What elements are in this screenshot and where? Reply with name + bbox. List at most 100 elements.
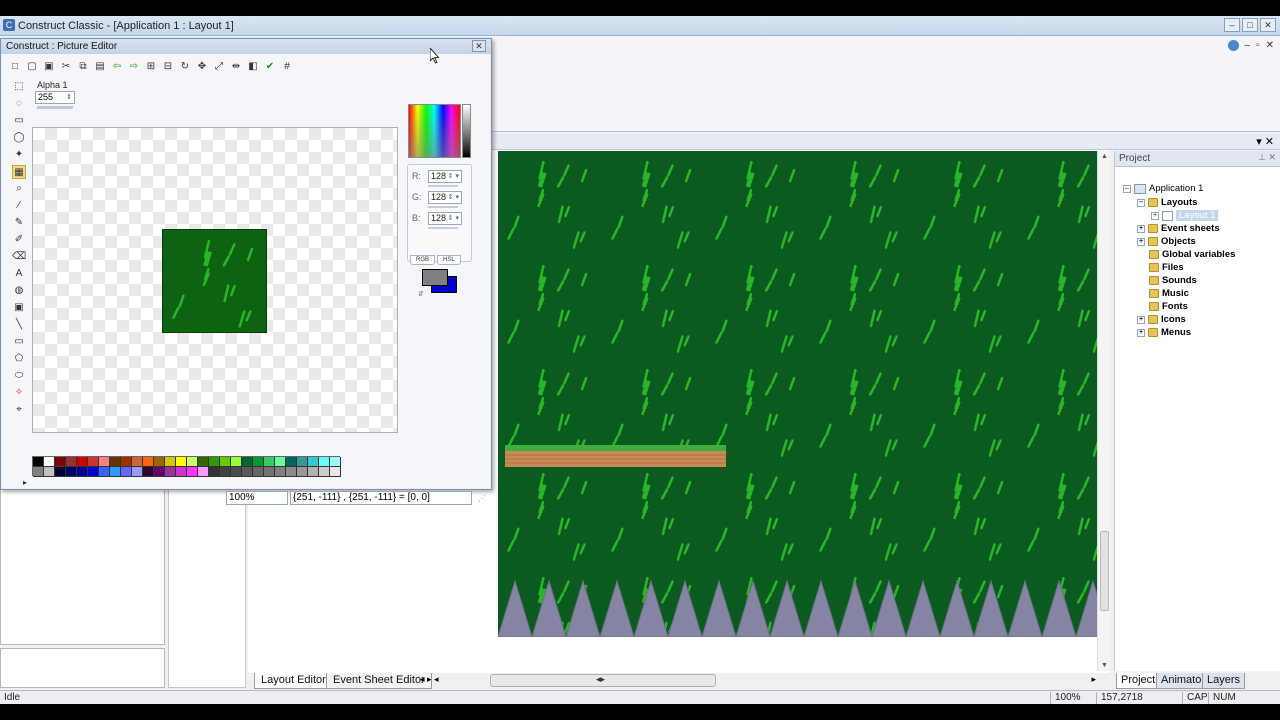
palette-swatch[interactable]: [264, 457, 275, 467]
red-slider[interactable]: [428, 185, 458, 187]
tab-scroll-arrows[interactable]: ◂ ▸ ◂: [420, 674, 439, 685]
palette-swatch[interactable]: [132, 457, 143, 467]
tree-item-music[interactable]: Music: [1149, 288, 1189, 299]
palette-arrow-icon[interactable]: ▸: [23, 478, 27, 487]
expand-icon[interactable]: +: [1137, 224, 1145, 233]
picture-editor-titlebar[interactable]: Construct : Picture Editor ✕: [1, 39, 491, 54]
layout-canvas[interactable]: [498, 151, 1097, 637]
palette-swatch[interactable]: [209, 457, 220, 467]
move-tool-icon[interactable]: ▦: [12, 165, 26, 179]
palette-swatch[interactable]: [88, 467, 99, 477]
palette-swatch[interactable]: [55, 457, 66, 467]
tab-event-sheet-editor[interactable]: Event Sheet Editor: [326, 673, 432, 689]
open-icon[interactable]: ▢: [25, 60, 39, 74]
magic-wand-icon[interactable]: ✦: [12, 148, 26, 162]
palette-swatch[interactable]: [297, 457, 308, 467]
palette-swatch[interactable]: [33, 467, 44, 477]
rectangle-icon[interactable]: ▭: [12, 335, 26, 349]
tree-item-files[interactable]: Files: [1149, 262, 1184, 273]
palette-swatch[interactable]: [198, 457, 209, 467]
collapse-icon[interactable]: –: [1123, 184, 1131, 193]
color-palette[interactable]: [32, 456, 341, 477]
hotspot-icon[interactable]: ✧: [12, 386, 26, 400]
palette-swatch[interactable]: [143, 457, 154, 467]
blue-input[interactable]: 128 ⇕ ▾: [428, 212, 462, 225]
alpha-input[interactable]: 255 ⇕: [35, 91, 75, 104]
palette-swatch[interactable]: [220, 467, 231, 477]
palette-swatch[interactable]: [187, 457, 198, 467]
ribbon-restore-icon[interactable]: ▫: [1256, 40, 1260, 51]
tree-item-objects[interactable]: + Objects: [1137, 236, 1196, 247]
save-icon[interactable]: ▣: [42, 60, 56, 74]
palette-swatch[interactable]: [231, 457, 242, 467]
spinner-icon[interactable]: ⇕: [66, 92, 72, 103]
vertical-scroll-thumb[interactable]: [1100, 531, 1109, 611]
palette-swatch[interactable]: [209, 467, 220, 477]
palette-swatch[interactable]: [308, 457, 319, 467]
crop-icon[interactable]: ⊞: [144, 60, 158, 74]
grass-tile-image[interactable]: [162, 229, 267, 333]
green-input[interactable]: 128 ⇕ ▾: [428, 191, 462, 204]
palette-swatch[interactable]: [165, 467, 176, 477]
resize-icon[interactable]: ⤢: [212, 60, 226, 74]
palette-swatch[interactable]: [286, 457, 297, 467]
spinner-icon[interactable]: ⇕ ▾: [448, 192, 459, 203]
swap-colors-icon[interactable]: ⇵: [418, 290, 424, 298]
pencil-icon[interactable]: ✎: [12, 216, 26, 230]
palette-swatch[interactable]: [264, 467, 275, 477]
tree-item-fonts[interactable]: Fonts: [1149, 301, 1188, 312]
help-icon[interactable]: [1227, 40, 1239, 51]
tab-project[interactable]: Project: [1116, 673, 1161, 689]
brush-icon[interactable]: ✐: [12, 233, 26, 247]
palette-swatch[interactable]: [319, 457, 330, 467]
apply-icon[interactable]: ✔: [263, 60, 277, 74]
grid-icon[interactable]: #: [280, 60, 294, 74]
tree-item-global-variables[interactable]: Global variables: [1149, 249, 1235, 260]
scroll-down-arrow[interactable]: ▼: [1101, 662, 1108, 669]
stamp-icon[interactable]: ▣: [12, 301, 26, 315]
horizontal-scrollbar[interactable]: ◂▸: [490, 674, 716, 687]
palette-swatch[interactable]: [143, 467, 154, 477]
tab-layers[interactable]: Layers: [1202, 673, 1246, 689]
ellipse-select-icon[interactable]: ◯: [12, 131, 26, 145]
ribbon-close-icon[interactable]: ✕: [1266, 40, 1274, 51]
collapse-icon[interactable]: –: [1137, 198, 1145, 207]
expand-icon[interactable]: +: [1137, 328, 1145, 337]
vertical-scrollbar[interactable]: ▲ ▼: [1097, 151, 1110, 671]
palette-swatch[interactable]: [242, 467, 253, 477]
palette-swatch[interactable]: [154, 457, 165, 467]
tab-layout-editor[interactable]: Layout Editor: [254, 673, 333, 689]
palette-swatch[interactable]: [176, 457, 187, 467]
palette-swatch[interactable]: [77, 457, 88, 467]
palette-swatch[interactable]: [44, 457, 55, 467]
blue-slider[interactable]: [428, 227, 458, 229]
palette-swatch[interactable]: [33, 457, 44, 467]
ellipse-icon[interactable]: ⬭: [12, 369, 26, 383]
resize-canvas-icon[interactable]: ⊟: [161, 60, 175, 74]
palette-swatch[interactable]: [154, 467, 165, 477]
luminance-slider[interactable]: [462, 104, 471, 158]
layers-icon[interactable]: ◧: [246, 60, 260, 74]
palette-swatch[interactable]: [253, 467, 264, 477]
palette-swatch[interactable]: [110, 467, 121, 477]
palette-swatch[interactable]: [121, 457, 132, 467]
close-button[interactable]: ✕: [1260, 18, 1276, 32]
expand-icon[interactable]: +: [1137, 315, 1145, 324]
expand-icon[interactable]: +: [1151, 211, 1159, 220]
copy-icon[interactable]: ⧉: [76, 60, 90, 74]
palette-swatch[interactable]: [308, 467, 319, 477]
tree-item-event-sheets[interactable]: + Event sheets: [1137, 223, 1220, 234]
maximize-button[interactable]: □: [1242, 18, 1258, 32]
palette-swatch[interactable]: [121, 467, 132, 477]
palette-swatch[interactable]: [66, 467, 77, 477]
spinner-icon[interactable]: ⇕ ▾: [448, 171, 459, 182]
tree-item-layout-1[interactable]: + Layout 1: [1151, 210, 1219, 221]
fill-icon[interactable]: ◍: [12, 284, 26, 298]
resize-grip-icon[interactable]: ⋰: [478, 494, 486, 503]
palette-swatch[interactable]: [55, 467, 66, 477]
palette-swatch[interactable]: [275, 467, 286, 477]
palette-swatch[interactable]: [132, 467, 143, 477]
palette-swatch[interactable]: [187, 467, 198, 477]
flip-icon[interactable]: ⇹: [229, 60, 243, 74]
color-spectrum[interactable]: [408, 104, 461, 158]
